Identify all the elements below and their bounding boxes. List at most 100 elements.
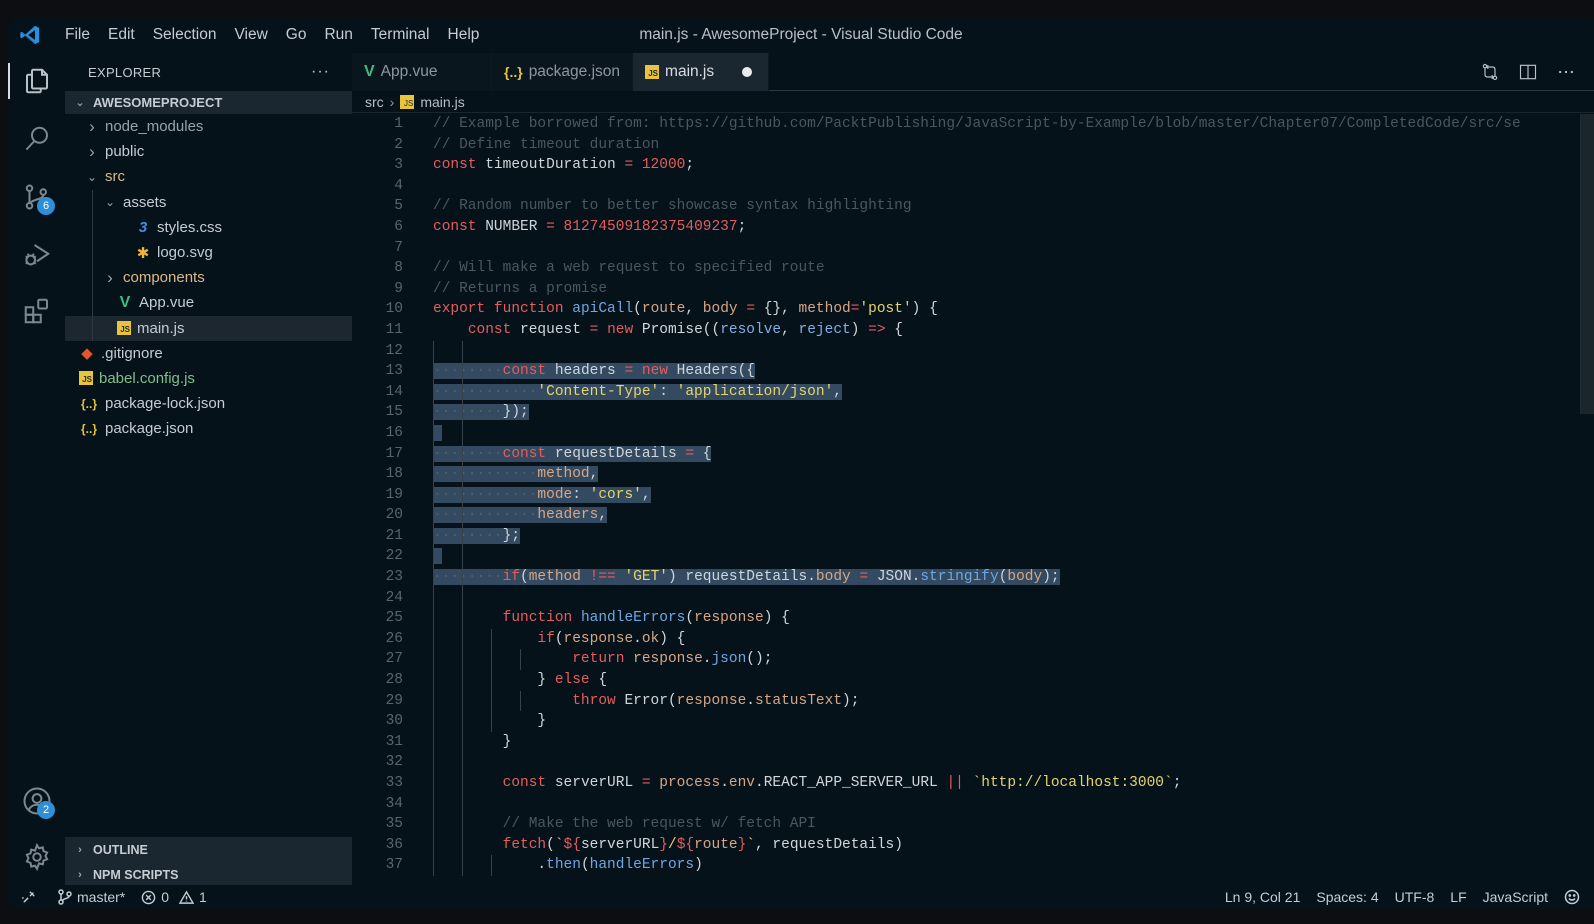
tree-item-gitignore[interactable]: ◆ .gitignore bbox=[65, 341, 352, 366]
compare-changes-icon[interactable] bbox=[1480, 62, 1500, 82]
line-content: ········}; bbox=[403, 525, 521, 547]
js-file-icon: JS bbox=[79, 371, 93, 386]
unsaved-dot-icon[interactable] bbox=[742, 67, 753, 77]
tab-label: App.vue bbox=[380, 63, 438, 80]
line-content: const request = new Promise((resolve, re… bbox=[403, 320, 903, 341]
activity-source-control[interactable]: 6 bbox=[8, 173, 65, 221]
branch-indicator[interactable]: master* bbox=[50, 889, 133, 905]
activity-accounts[interactable]: 2 bbox=[8, 777, 65, 825]
activity-extensions[interactable] bbox=[8, 287, 65, 335]
line-content: ········}); bbox=[403, 402, 529, 423]
menu-edit[interactable]: Edit bbox=[99, 17, 144, 53]
end-of-line[interactable]: LF bbox=[1442, 889, 1474, 905]
code-token: request bbox=[511, 321, 590, 338]
code-token: const bbox=[467, 321, 512, 338]
code-editor[interactable]: 1 // Example borrowed from: https://githu… bbox=[352, 114, 1564, 887]
code-token: = bbox=[859, 569, 869, 586]
code-token: (); bbox=[746, 651, 773, 668]
indent-guide bbox=[462, 340, 463, 362]
tab-package-json[interactable]: {..} package.json bbox=[492, 53, 634, 91]
code-token: / bbox=[667, 836, 677, 853]
menu-go[interactable]: Go bbox=[277, 17, 316, 53]
line-number: 14 bbox=[385, 383, 403, 400]
line-number: 10 bbox=[385, 301, 403, 318]
activity-run-debug[interactable] bbox=[8, 231, 65, 279]
outline-section[interactable]: › OUTLINE bbox=[65, 837, 352, 862]
code-line: 17 ········const requestDetails = { bbox=[352, 443, 1564, 465]
tree-item-package-lock-json[interactable]: {..} package-lock.json bbox=[65, 391, 352, 416]
menu-file[interactable]: File bbox=[56, 17, 99, 53]
npm-scripts-section[interactable]: › NPM SCRIPTS bbox=[65, 862, 352, 887]
code-line: 5 // Random number to better showcase syn… bbox=[352, 196, 1564, 217]
split-editor-icon[interactable] bbox=[1518, 62, 1538, 82]
line-number: 34 bbox=[385, 795, 403, 812]
line-number: 29 bbox=[385, 692, 403, 709]
tree-item-app-vue[interactable]: V App.vue bbox=[65, 290, 352, 315]
tab-app-vue[interactable]: V App.vue bbox=[352, 53, 492, 91]
line-number: 4 bbox=[394, 177, 403, 194]
code-line: 37 .then(handleErrors) bbox=[352, 855, 1564, 876]
more-actions-icon[interactable] bbox=[1556, 62, 1576, 82]
editor-scrollbar[interactable] bbox=[1580, 114, 1594, 414]
feedback-button[interactable] bbox=[1556, 889, 1594, 905]
tree-item-main-js[interactable]: JS main.js bbox=[65, 315, 352, 341]
tab-bar: V App.vue {..} package.json JS main.js bbox=[352, 53, 1594, 91]
encoding[interactable]: UTF-8 bbox=[1387, 889, 1443, 905]
js-file-icon: JS bbox=[117, 321, 131, 336]
code-token: = bbox=[685, 445, 695, 462]
code-token: 12000 bbox=[641, 157, 686, 174]
code-token: : bbox=[659, 383, 677, 400]
css-file-icon: 3 bbox=[138, 218, 148, 236]
tab-main-js[interactable]: JS main.js bbox=[633, 53, 770, 91]
line-content bbox=[403, 422, 463, 444]
line-number: 3 bbox=[394, 157, 403, 174]
status-right: Ln 9, Col 21 Spaces: 4 UTF-8 LF JavaScri… bbox=[1217, 889, 1594, 905]
indent-guide bbox=[462, 422, 463, 444]
menu-terminal[interactable]: Terminal bbox=[362, 17, 439, 53]
problems-indicator[interactable]: 0 1 bbox=[133, 889, 215, 905]
indent-guide bbox=[92, 189, 93, 341]
tree-item-logo-svg[interactable]: ✱ logo.svg bbox=[65, 240, 352, 265]
tree-item-styles-css[interactable]: 3 styles.css bbox=[65, 215, 352, 240]
tree-item-package-json[interactable]: {..} package.json bbox=[65, 416, 352, 441]
menu-help[interactable]: Help bbox=[439, 17, 489, 53]
code-token: export bbox=[433, 301, 486, 318]
code-token: ) { bbox=[659, 630, 686, 647]
indent-guide bbox=[462, 464, 463, 485]
activity-manage[interactable] bbox=[8, 833, 65, 881]
code-token: const bbox=[433, 157, 477, 174]
menu-run[interactable]: Run bbox=[315, 17, 361, 53]
code-token: . bbox=[720, 775, 729, 791]
code-token: || bbox=[946, 775, 964, 791]
breadcrumb-file[interactable]: main.js bbox=[420, 94, 464, 110]
tree-item-babel-config-js[interactable]: JS babel.config.js bbox=[65, 366, 352, 391]
tree-item-node-modules[interactable]: › node_modules bbox=[65, 114, 352, 139]
indent-guide bbox=[462, 752, 463, 773]
indent-guide bbox=[462, 443, 463, 465]
activity-search[interactable] bbox=[8, 115, 65, 163]
tree-item-src[interactable]: ⌄ src bbox=[65, 164, 352, 189]
explorer-header: EXPLORER ··· bbox=[65, 53, 352, 91]
breadcrumb-folder[interactable]: src bbox=[365, 94, 384, 110]
code-token: const bbox=[502, 775, 547, 791]
code-line: 2 // Define timeout duration bbox=[352, 135, 1564, 156]
language-mode[interactable]: JavaScript bbox=[1475, 889, 1556, 905]
indentation[interactable]: Spaces: 4 bbox=[1308, 889, 1386, 905]
remote-indicator[interactable] bbox=[8, 890, 44, 904]
project-section-header[interactable]: ⌄ AWESOMEPROJECT bbox=[65, 91, 352, 114]
menu-view[interactable]: View bbox=[225, 17, 276, 53]
activity-explorer[interactable] bbox=[8, 57, 65, 105]
tree-item-assets[interactable]: ⌄ assets bbox=[65, 190, 352, 215]
tree-item-components[interactable]: › components bbox=[65, 265, 352, 290]
explorer-more-actions-button[interactable]: ··· bbox=[311, 63, 330, 81]
code-token: handleErrors bbox=[580, 610, 686, 627]
line-number: 11 bbox=[385, 321, 403, 338]
svg-file-icon: ✱ bbox=[136, 244, 150, 262]
cursor-position[interactable]: Ln 9, Col 21 bbox=[1217, 889, 1309, 905]
code-token: if bbox=[502, 569, 521, 586]
code-token: , bbox=[685, 301, 703, 318]
tree-item-public[interactable]: › public bbox=[65, 139, 352, 164]
menu-selection[interactable]: Selection bbox=[144, 17, 226, 53]
code-token: function bbox=[502, 610, 573, 627]
